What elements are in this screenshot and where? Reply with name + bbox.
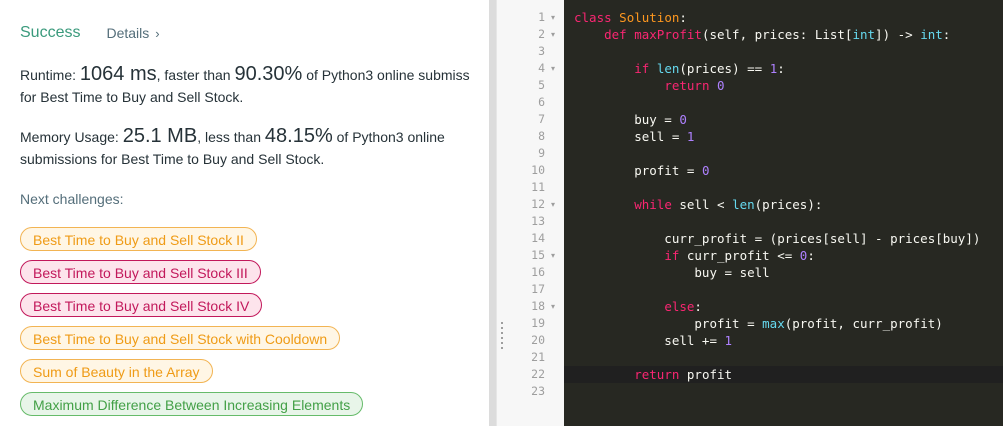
- line-number: 20: [531, 333, 545, 347]
- line-number: 17: [531, 282, 545, 296]
- code-line[interactable]: def maxProfit(self, prices: List[int]) -…: [574, 26, 950, 43]
- line-number: 7: [538, 112, 545, 126]
- code-line[interactable]: sell = 1: [574, 128, 694, 145]
- line-number: 21: [531, 350, 545, 364]
- code-line[interactable]: profit = 0: [574, 162, 709, 179]
- runtime-mid: , faster than: [156, 67, 235, 83]
- line-number: 3: [538, 44, 545, 58]
- chevron-right-icon[interactable]: ›: [155, 26, 159, 41]
- code-line[interactable]: buy = sell: [574, 264, 769, 281]
- code-line[interactable]: if len(prices) == 1:: [574, 60, 785, 77]
- line-number: 1: [538, 10, 545, 24]
- fold-toggle-icon[interactable]: ▾: [548, 26, 558, 43]
- fold-toggle-icon[interactable]: ▾: [548, 247, 558, 264]
- result-status: Success: [20, 24, 81, 41]
- runtime-stat: Runtime: 1064 ms, faster than 90.30% of …: [20, 64, 470, 86]
- line-number: 19: [531, 316, 545, 330]
- runtime-suffix: of Python3 online submiss: [302, 67, 470, 83]
- runtime-label: Runtime:: [20, 67, 80, 83]
- memory-mid: , less than: [197, 129, 265, 145]
- challenge-chip[interactable]: Best Time to Buy and Sell Stock III: [20, 260, 261, 284]
- line-number: 13: [531, 214, 545, 228]
- next-challenges-heading: Next challenges:: [20, 191, 124, 207]
- memory-stat-continued: submissions for Best Time to Buy and Sel…: [20, 151, 325, 167]
- line-number: 6: [538, 95, 545, 109]
- memory-percentile: 48.15%: [264, 125, 333, 147]
- panel-splitter[interactable]: [496, 0, 509, 426]
- drag-handle-icon[interactable]: [501, 322, 503, 352]
- line-number: 16: [531, 265, 545, 279]
- code-line[interactable]: while sell < len(prices):: [574, 196, 822, 213]
- line-number: 5: [538, 78, 545, 92]
- challenge-chip[interactable]: Best Time to Buy and Sell Stock with Coo…: [20, 326, 341, 350]
- line-number: 2: [538, 27, 545, 41]
- line-number: 18: [531, 299, 545, 313]
- runtime-stat-continued: for Best Time to Buy and Sell Stock.: [20, 89, 244, 105]
- challenge-chip[interactable]: Sum of Beauty in the Array: [20, 359, 213, 383]
- result-header: Success Details ›: [20, 22, 160, 44]
- code-line[interactable]: sell += 1: [574, 332, 732, 349]
- fold-toggle-icon[interactable]: ▾: [548, 196, 558, 213]
- line-number: 22: [531, 367, 545, 381]
- line-number: 12: [531, 197, 545, 211]
- line-number: 11: [531, 180, 545, 194]
- challenge-chip[interactable]: Maximum Difference Between Increasing El…: [20, 392, 364, 416]
- fold-toggle-icon[interactable]: ▾: [548, 298, 558, 315]
- memory-value: 25.1 MB: [122, 125, 198, 147]
- code-line[interactable]: return 0: [574, 77, 724, 94]
- code-line[interactable]: curr_profit = (prices[sell] - prices[buy…: [574, 230, 980, 247]
- line-number: 8: [538, 129, 545, 143]
- line-number: 10: [531, 163, 545, 177]
- line-number: 4: [538, 61, 545, 75]
- code-line[interactable]: else:: [574, 298, 702, 315]
- line-number: 15: [531, 248, 545, 262]
- memory-suffix: of Python3 online: [332, 129, 445, 145]
- line-number: 9: [538, 146, 545, 160]
- code-line[interactable]: class Solution:: [574, 9, 687, 26]
- challenge-chip[interactable]: Best Time to Buy and Sell Stock II: [20, 227, 257, 251]
- details-link[interactable]: Details: [106, 25, 149, 41]
- code-line[interactable]: buy = 0: [574, 111, 687, 128]
- memory-stat: Memory Usage: 25.1 MB, less than 48.15% …: [20, 126, 445, 148]
- memory-label: Memory Usage:: [20, 129, 123, 145]
- runtime-percentile: 90.30%: [234, 63, 303, 85]
- code-line[interactable]: profit = max(profit, curr_profit): [574, 315, 942, 332]
- line-number: 23: [531, 384, 545, 398]
- submission-result-panel: Success Details › Runtime: 1064 ms, fast…: [0, 0, 489, 426]
- code-line[interactable]: return profit: [574, 366, 732, 383]
- line-number: 14: [531, 231, 545, 245]
- challenge-chip[interactable]: Best Time to Buy and Sell Stock IV: [20, 293, 263, 317]
- left-panel-scrollbar[interactable]: [489, 0, 496, 426]
- runtime-value: 1064 ms: [79, 63, 157, 85]
- fold-toggle-icon[interactable]: ▾: [548, 9, 558, 26]
- code-line[interactable]: if curr_profit <= 0:: [574, 247, 815, 264]
- fold-toggle-icon[interactable]: ▾: [548, 60, 558, 77]
